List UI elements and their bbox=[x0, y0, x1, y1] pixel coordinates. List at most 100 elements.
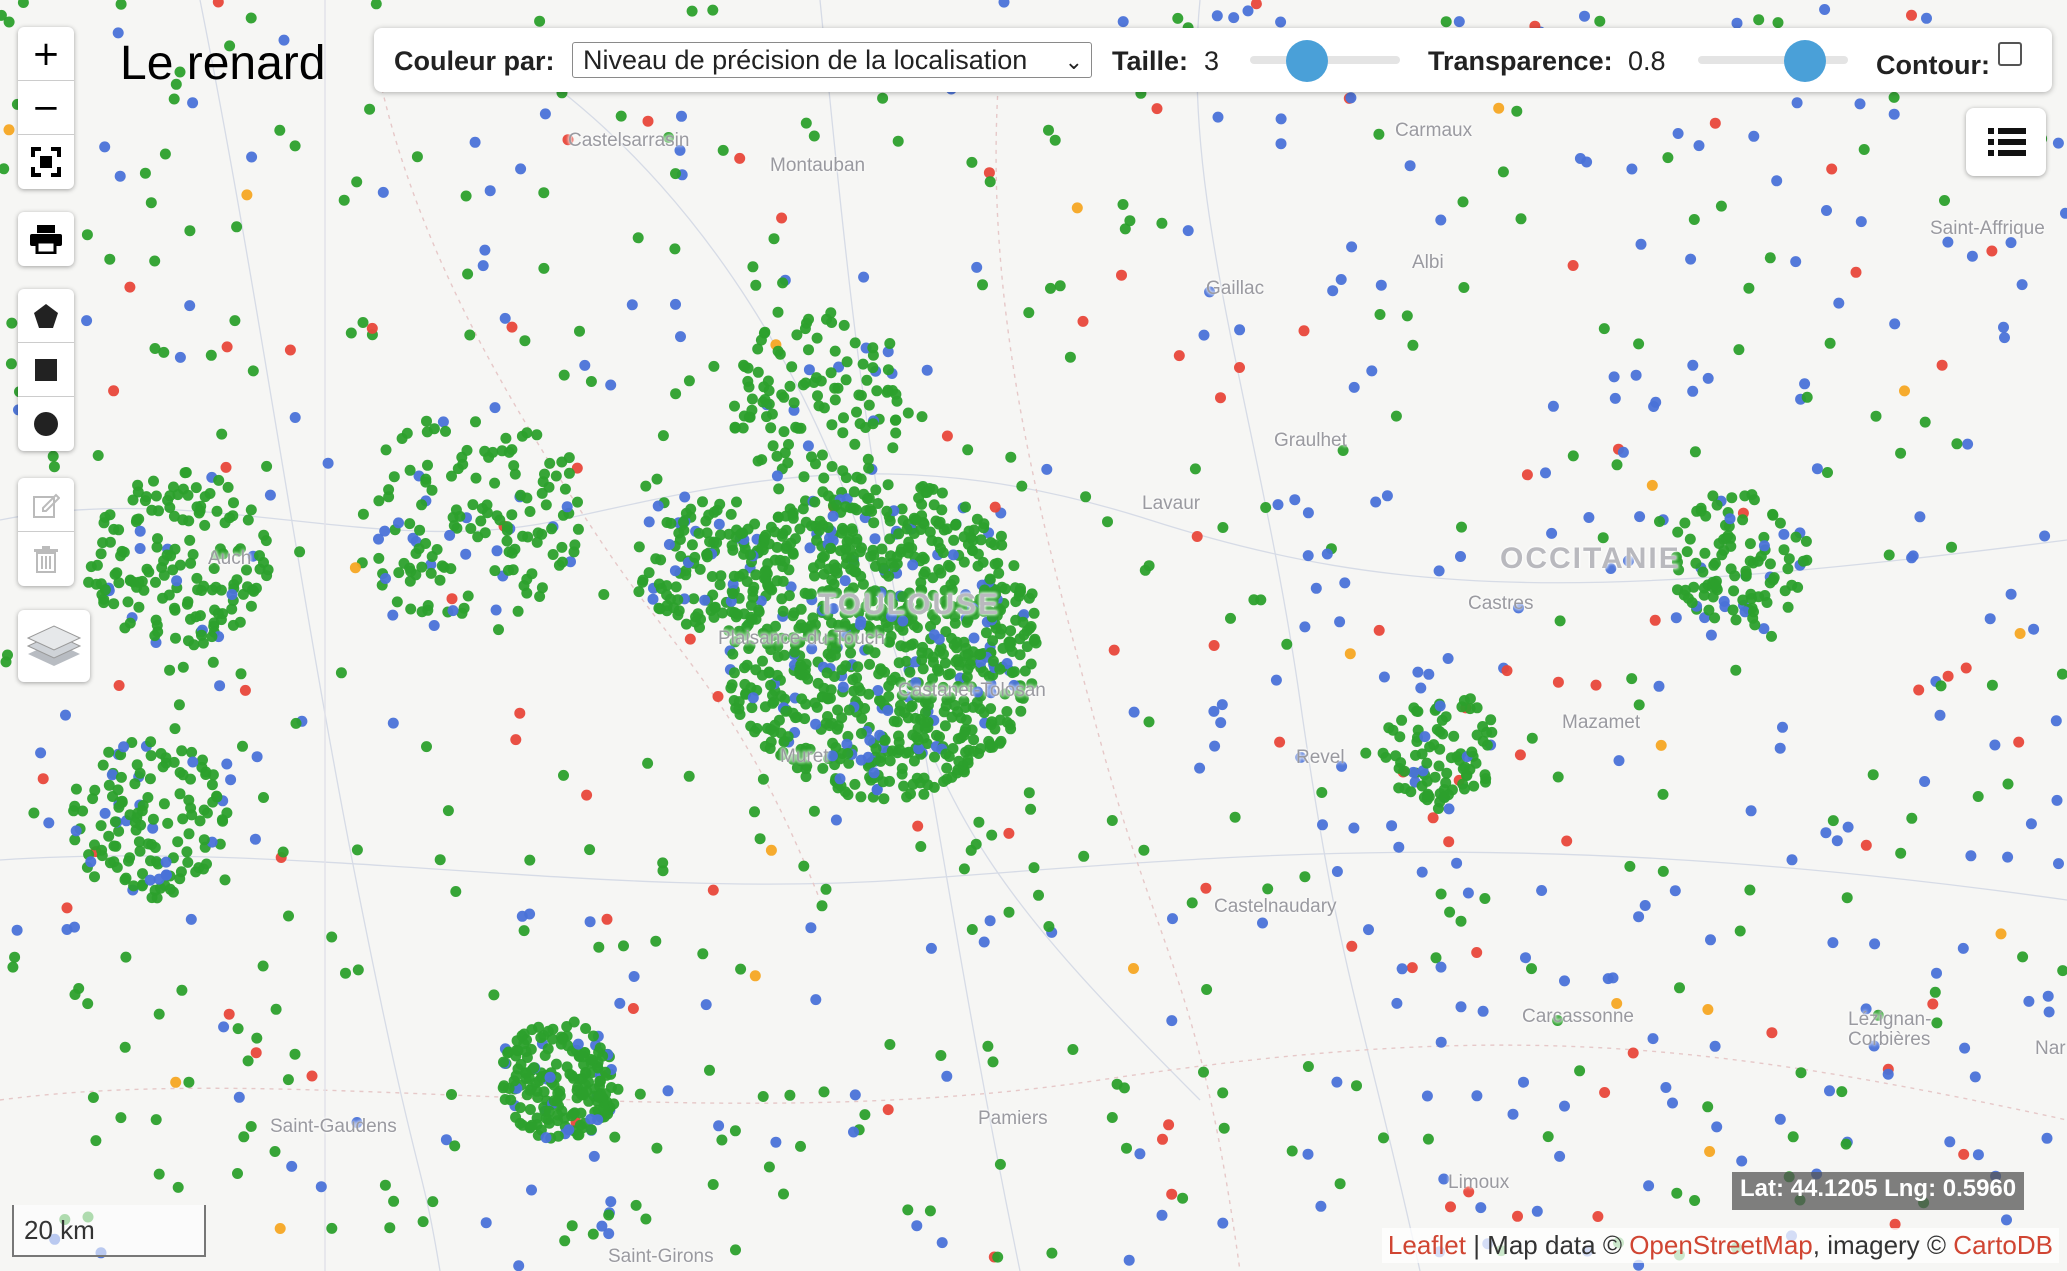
observation-point[interactable] bbox=[609, 1131, 621, 1143]
observation-point[interactable] bbox=[1262, 883, 1274, 895]
observation-point[interactable] bbox=[1748, 606, 1759, 618]
observation-point[interactable] bbox=[498, 1056, 509, 1068]
observation-point[interactable] bbox=[190, 866, 202, 878]
observation-point[interactable] bbox=[1017, 616, 1029, 628]
observation-point[interactable] bbox=[1289, 494, 1301, 506]
observation-point[interactable] bbox=[1753, 14, 1765, 26]
observation-point[interactable] bbox=[806, 451, 817, 463]
observation-point[interactable] bbox=[1008, 560, 1020, 572]
observation-point[interactable] bbox=[1966, 250, 1978, 262]
observation-point[interactable] bbox=[1774, 742, 1786, 754]
observation-point[interactable] bbox=[2, 649, 13, 661]
observation-point[interactable] bbox=[1836, 1086, 1848, 1098]
observation-point[interactable] bbox=[670, 388, 682, 400]
observation-point[interactable] bbox=[786, 361, 798, 373]
observation-point[interactable] bbox=[752, 455, 764, 467]
observation-point[interactable] bbox=[249, 833, 261, 845]
observation-point[interactable] bbox=[982, 1040, 994, 1052]
observation-point[interactable] bbox=[855, 791, 867, 803]
observation-point[interactable] bbox=[579, 359, 591, 371]
observation-point[interactable] bbox=[939, 720, 951, 732]
observation-point[interactable] bbox=[1138, 844, 1150, 856]
zoom-out-button[interactable]: − bbox=[18, 81, 74, 135]
observation-point[interactable] bbox=[780, 705, 792, 717]
observation-point[interactable] bbox=[749, 970, 761, 982]
observation-point[interactable] bbox=[104, 253, 116, 265]
observation-point[interactable] bbox=[160, 856, 172, 868]
observation-point[interactable] bbox=[1014, 633, 1026, 645]
observation-point[interactable] bbox=[703, 509, 715, 521]
observation-point[interactable] bbox=[902, 712, 914, 724]
observation-point[interactable] bbox=[1443, 836, 1455, 848]
observation-point[interactable] bbox=[867, 418, 879, 430]
observation-point[interactable] bbox=[661, 600, 673, 611]
observation-point[interactable] bbox=[676, 110, 687, 122]
observation-point[interactable] bbox=[1117, 199, 1129, 210]
map-canvas[interactable]: Castelsarrasin Montauban Carmaux Saint-A… bbox=[0, 0, 2067, 1271]
observation-point[interactable] bbox=[1744, 884, 1756, 896]
observation-point[interactable] bbox=[757, 396, 769, 408]
observation-point[interactable] bbox=[686, 539, 698, 551]
observation-point[interactable] bbox=[603, 1228, 615, 1240]
observation-point[interactable] bbox=[3, 124, 15, 136]
observation-point[interactable] bbox=[1779, 585, 1791, 597]
observation-point[interactable] bbox=[184, 534, 196, 546]
observation-point[interactable] bbox=[1745, 588, 1757, 600]
observation-point[interactable] bbox=[1740, 570, 1752, 582]
observation-point[interactable] bbox=[984, 739, 996, 750]
observation-point[interactable] bbox=[1479, 893, 1491, 904]
observation-point[interactable] bbox=[795, 1140, 806, 1152]
observation-point[interactable] bbox=[561, 501, 573, 513]
observation-point[interactable] bbox=[479, 244, 491, 256]
observation-point[interactable] bbox=[884, 755, 896, 767]
observation-point[interactable] bbox=[172, 1181, 184, 1193]
observation-point[interactable] bbox=[427, 1196, 439, 1208]
observation-point[interactable] bbox=[1526, 732, 1538, 744]
observation-point[interactable] bbox=[470, 472, 482, 484]
observation-point[interactable] bbox=[1655, 739, 1667, 751]
observation-point[interactable] bbox=[1001, 716, 1013, 728]
observation-point[interactable] bbox=[150, 576, 161, 588]
observation-point[interactable] bbox=[826, 317, 838, 328]
observation-point[interactable] bbox=[508, 460, 520, 472]
observation-point[interactable] bbox=[111, 861, 123, 873]
observation-point[interactable] bbox=[761, 411, 772, 423]
observation-point[interactable] bbox=[749, 806, 760, 818]
observation-point[interactable] bbox=[242, 514, 254, 526]
observation-point[interactable] bbox=[1455, 551, 1466, 562]
observation-point[interactable] bbox=[1684, 533, 1696, 545]
observation-point[interactable] bbox=[1824, 1085, 1835, 1097]
observation-point[interactable] bbox=[1440, 16, 1452, 28]
observation-point[interactable] bbox=[247, 584, 258, 596]
observation-point[interactable] bbox=[436, 560, 448, 572]
observation-point[interactable] bbox=[420, 476, 432, 488]
observation-point[interactable] bbox=[1546, 527, 1558, 539]
observation-point[interactable] bbox=[978, 936, 990, 948]
observation-point[interactable] bbox=[506, 321, 518, 333]
observation-point[interactable] bbox=[937, 547, 949, 559]
observation-point[interactable] bbox=[927, 656, 939, 668]
observation-point[interactable] bbox=[2028, 623, 2040, 635]
observation-point[interactable] bbox=[574, 325, 585, 337]
observation-point[interactable] bbox=[795, 422, 807, 434]
observation-point[interactable] bbox=[921, 364, 933, 376]
observation-point[interactable] bbox=[227, 619, 239, 631]
observation-point[interactable] bbox=[1257, 917, 1268, 929]
observation-point[interactable] bbox=[217, 608, 228, 620]
observation-point[interactable] bbox=[1167, 913, 1178, 925]
observation-point[interactable] bbox=[652, 500, 664, 512]
observation-point[interactable] bbox=[168, 93, 180, 105]
observation-point[interactable] bbox=[1316, 787, 1328, 798]
observation-point[interactable] bbox=[546, 1033, 558, 1045]
observation-point[interactable] bbox=[1028, 607, 1040, 619]
observation-point[interactable] bbox=[1281, 638, 1293, 650]
observation-point[interactable] bbox=[908, 755, 920, 767]
observation-point[interactable] bbox=[1448, 730, 1460, 742]
observation-point[interactable] bbox=[757, 773, 769, 785]
observation-point[interactable] bbox=[1822, 467, 1833, 478]
observation-point[interactable] bbox=[171, 575, 183, 587]
observation-point[interactable] bbox=[1041, 463, 1053, 475]
observation-point[interactable] bbox=[1657, 865, 1669, 877]
observation-point[interactable] bbox=[891, 716, 903, 728]
observation-point[interactable] bbox=[867, 342, 879, 354]
